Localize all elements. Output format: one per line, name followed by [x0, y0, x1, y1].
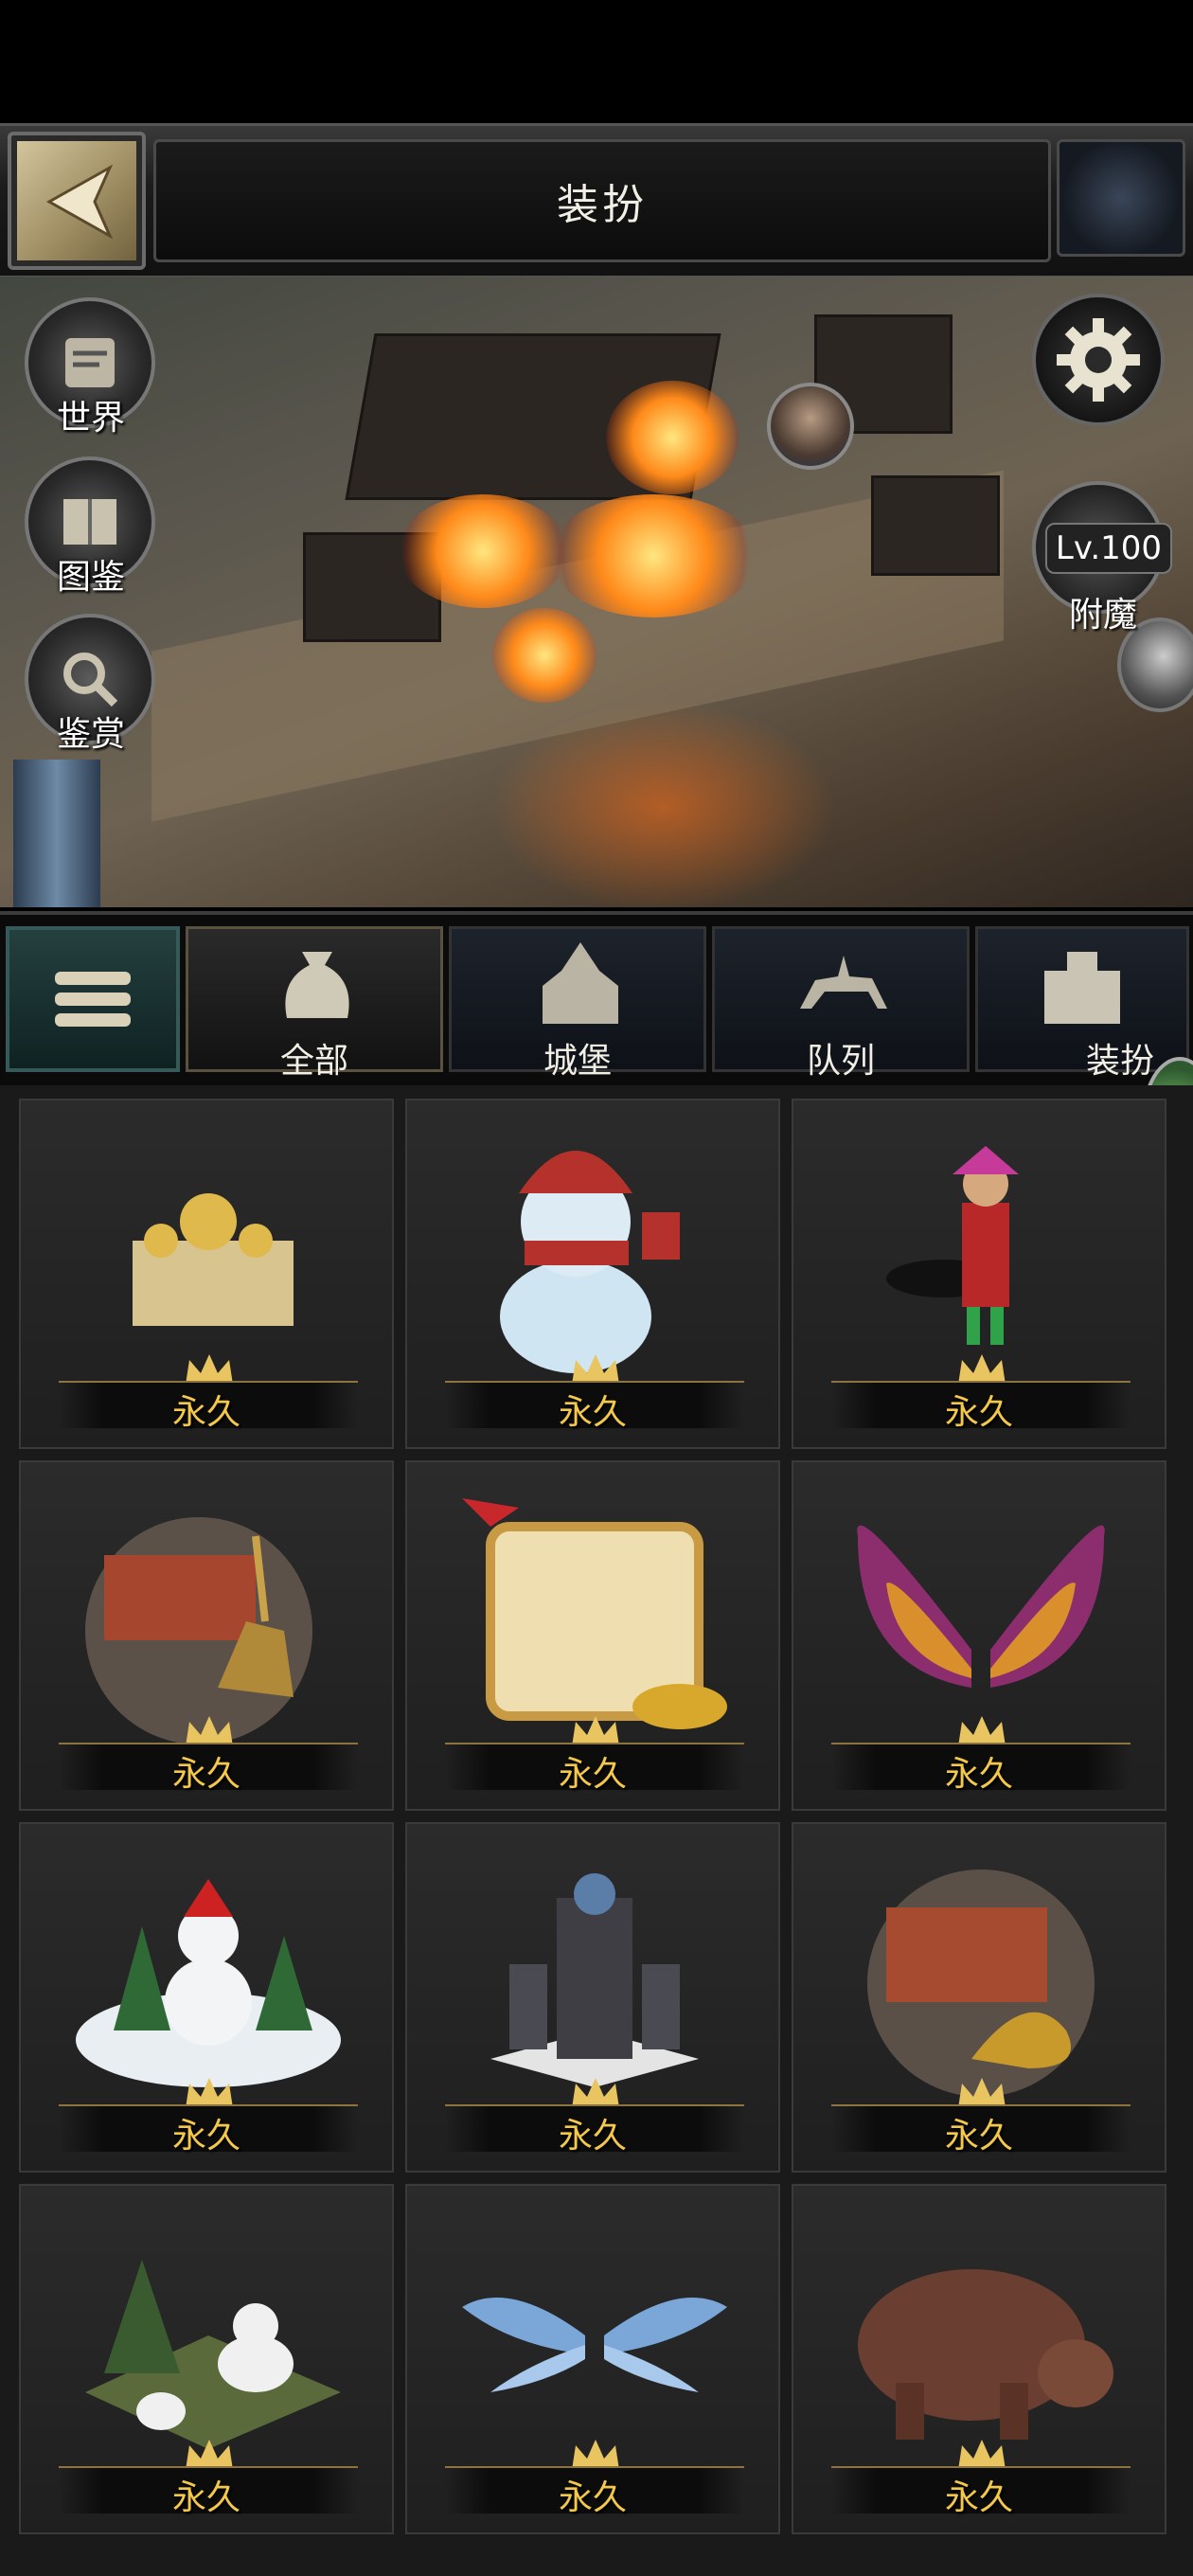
ice-wings-image — [462, 2298, 727, 2392]
castle-icon — [543, 942, 618, 1024]
butterfly-wings-image — [857, 1525, 1105, 1688]
fire-effect — [549, 494, 757, 617]
codex-button[interactable]: 图鉴 — [25, 456, 157, 597]
tab-troops-label: 队列 — [806, 1042, 875, 1081]
item-card[interactable]: 永久 — [405, 1822, 780, 2173]
item-card[interactable]: 永久 — [405, 1099, 780, 1449]
fire-effect — [398, 494, 568, 608]
item-duration: 永久 — [944, 2478, 1013, 2517]
item-card[interactable]: 永久 — [792, 1822, 1166, 2173]
christmas-snowman-scene-image — [76, 1879, 341, 2087]
item-duration: 永久 — [558, 1393, 627, 1432]
enchant-button[interactable]: Lv.100 附魔 — [1032, 481, 1174, 635]
tab-all-label: 全部 — [279, 1042, 348, 1081]
item-duration: 永久 — [944, 1393, 1013, 1432]
centaur-archer-castle-image — [85, 1517, 312, 1744]
menu-button[interactable] — [6, 926, 180, 1072]
world-button[interactable]: 世界 — [25, 297, 157, 438]
bag-icon — [285, 952, 349, 1018]
brown-bear-image — [858, 2269, 1113, 2440]
tab-skins[interactable]: 装扮 — [975, 926, 1189, 1081]
title-bar: 装扮 — [153, 139, 1051, 262]
item-card[interactable]: 永久 — [792, 1460, 1166, 1811]
building-icon — [1044, 952, 1120, 1024]
item-card[interactable]: 永久 — [792, 1099, 1166, 1449]
fire-effect — [492, 608, 596, 703]
emblem-decoration — [1057, 139, 1185, 257]
item-card[interactable]: 永久 — [405, 1460, 780, 1811]
item-duration: 永久 — [944, 1755, 1013, 1794]
item-card[interactable]: 永久 — [19, 1460, 394, 1811]
item-duration: 永久 — [558, 1755, 627, 1794]
item-duration: 永久 — [558, 2478, 627, 2517]
item-duration: 永久 — [171, 1393, 240, 1432]
header-bar: 装扮 — [0, 123, 1193, 279]
item-duration: 永久 — [171, 1755, 240, 1794]
white-fortress-image — [490, 1873, 699, 2087]
moon-palace-image — [101, 1155, 294, 1367]
hero-avatar[interactable] — [767, 383, 854, 470]
item-duration: 永久 — [171, 2117, 240, 2156]
settings-button[interactable] — [1032, 294, 1165, 426]
item-card[interactable]: 永久 — [405, 2184, 780, 2534]
item-duration: 永久 — [171, 2478, 240, 2517]
scorpion-castle-image — [867, 1869, 1095, 2097]
tab-troops[interactable]: 队列 — [712, 926, 970, 1081]
appraise-label: 鉴赏 — [56, 715, 125, 754]
chevron-left-icon — [45, 164, 114, 240]
item-duration: 永久 — [558, 2117, 627, 2156]
snowman-image — [500, 1151, 680, 1373]
item-card[interactable]: 永久 — [19, 2184, 394, 2534]
blue-tower — [13, 760, 100, 907]
item-duration: 永久 — [944, 2117, 1013, 2156]
skin-item-grid: 永久 永久 永久 永久 永久 永久 永久 永久 永久 永久 永久 永久 — [0, 1085, 1193, 2576]
page-title: 装扮 — [557, 181, 648, 229]
world-label: 世界 — [56, 399, 125, 438]
tab-all[interactable]: 全部 — [186, 926, 443, 1081]
fire-effect — [606, 381, 739, 494]
enchant-label: 附魔 — [1068, 596, 1137, 635]
appraise-button[interactable]: 鉴赏 — [25, 614, 157, 754]
gift-card-frame-image — [462, 1498, 727, 1729]
cavalry-icon — [800, 956, 887, 1009]
castle-preview: 世界 图鉴 鉴赏 Lv.100 附魔 — [0, 277, 1193, 907]
codex-label: 图鉴 — [56, 558, 125, 597]
tower-roof-right — [871, 475, 1000, 576]
item-card[interactable]: 永久 — [19, 1099, 394, 1449]
tab-castle[interactable]: 城堡 — [449, 926, 706, 1081]
item-card[interactable]: 永久 — [792, 2184, 1166, 2534]
category-tab-bar: 全部 城堡 队列 装扮 — [0, 911, 1193, 1089]
panda-garden-image — [85, 2260, 341, 2449]
item-card[interactable]: 永久 — [19, 1822, 394, 2173]
gear-icon — [1057, 318, 1140, 402]
enchant-level: Lv.100 — [1045, 523, 1172, 574]
back-button[interactable] — [8, 132, 146, 270]
tab-castle-label: 城堡 — [543, 1042, 612, 1081]
jester-image — [886, 1146, 1019, 1345]
hamburger-icon — [55, 964, 131, 1034]
